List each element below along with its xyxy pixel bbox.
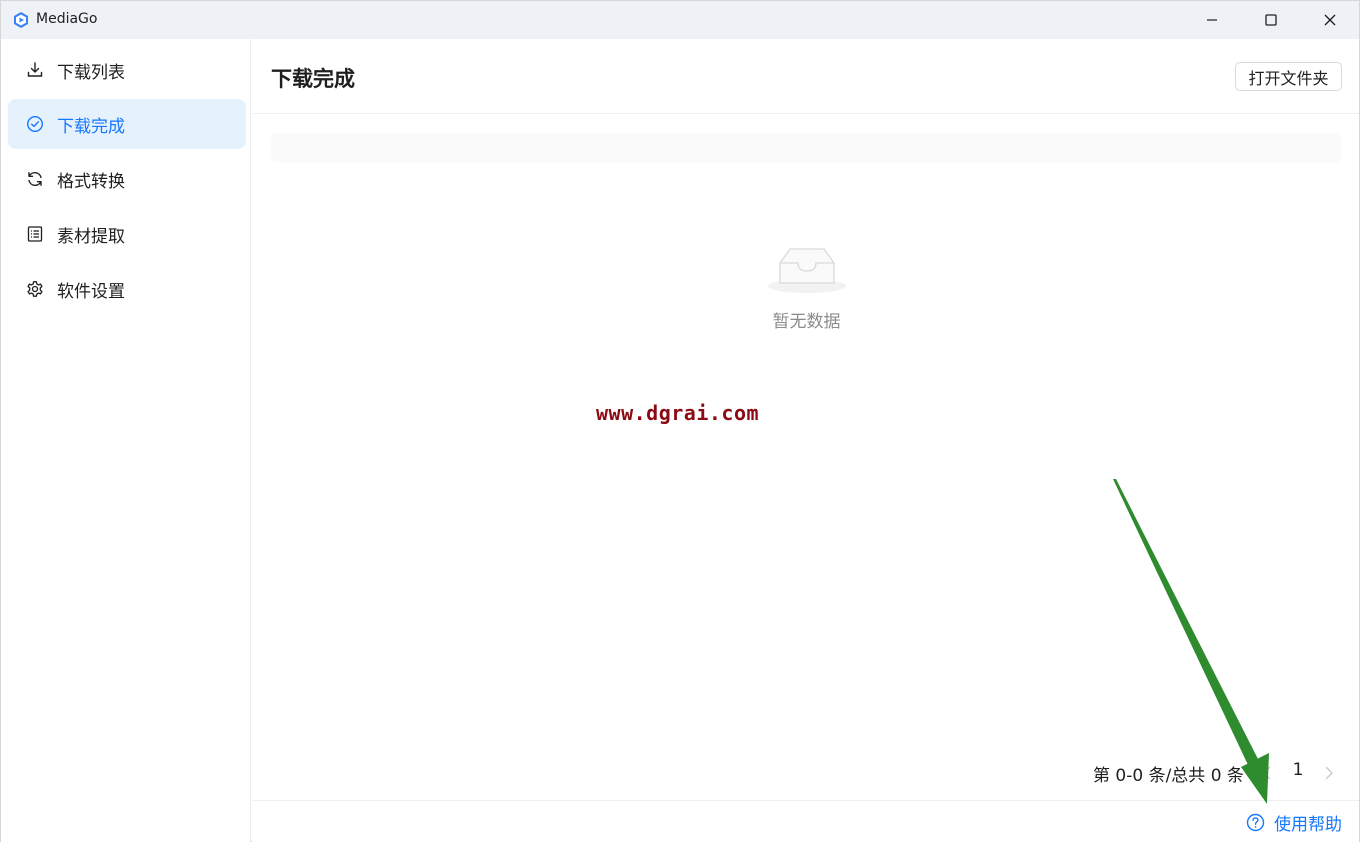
close-button[interactable] [1301,1,1359,39]
help-link[interactable]: 使用帮助 [1246,809,1342,835]
sidebar-item-format-convert[interactable]: 格式转换 [8,154,246,204]
sidebar-item-label: 软件设置 [57,281,125,302]
pagination-next-button[interactable] [1318,761,1340,785]
footer-divider [252,800,1359,801]
minimize-icon [1207,19,1217,21]
sidebar-item-download-complete[interactable]: 下载完成 [8,99,246,149]
pagination-page-1[interactable]: 1 [1286,760,1310,784]
question-circle-icon [1246,813,1265,831]
empty-inbox-icon [768,248,846,293]
list-icon [27,226,43,242]
table-header [271,133,1342,162]
page-title: 下载完成 [271,67,355,91]
sidebar: 下载列表 下载完成 格式转换 素材提取 软件设置 [1,39,251,842]
gear-icon [27,281,43,297]
sidebar-item-label: 格式转换 [57,171,125,192]
sidebar-item-settings[interactable]: 软件设置 [8,264,246,314]
maximize-icon [1265,14,1277,26]
window-title: MediaGo [36,11,98,27]
open-folder-button[interactable]: 打开文件夹 [1235,62,1342,91]
refresh-icon [28,171,42,187]
minimize-button[interactable] [1183,1,1241,39]
pagination-total: 第 0-0 条/总共 0 条 [1093,766,1244,786]
empty-state-text: 暂无数据 [772,312,841,332]
maximize-button[interactable] [1242,1,1300,39]
sidebar-item-label: 下载完成 [57,116,125,137]
watermark-text: www.dgrai.com [596,401,760,425]
app-window: MediaGo 下载列表 下载完成 格式转换 素材提取 软件设置 下载完成 打开… [0,0,1360,842]
main-content: 下载完成 打开文件夹 暂无数据 www.dgrai.com 第 0-0 条/总共… [252,39,1359,842]
download-icon [27,62,43,77]
sidebar-item-label: 下载列表 [57,62,125,83]
help-link-label: 使用帮助 [1274,814,1342,835]
pagination-prev-button[interactable] [1256,761,1278,785]
sidebar-item-download-list[interactable]: 下载列表 [8,45,246,95]
chevron-right-icon [1325,766,1333,780]
check-circle-icon [26,115,44,133]
mediago-logo-icon [14,12,28,28]
header-divider [252,113,1359,114]
sidebar-item-label: 素材提取 [57,226,125,247]
close-icon [1324,14,1336,26]
title-bar: MediaGo [1,1,1359,39]
chevron-left-icon [1263,766,1271,780]
sidebar-item-material-extract[interactable]: 素材提取 [8,209,246,259]
